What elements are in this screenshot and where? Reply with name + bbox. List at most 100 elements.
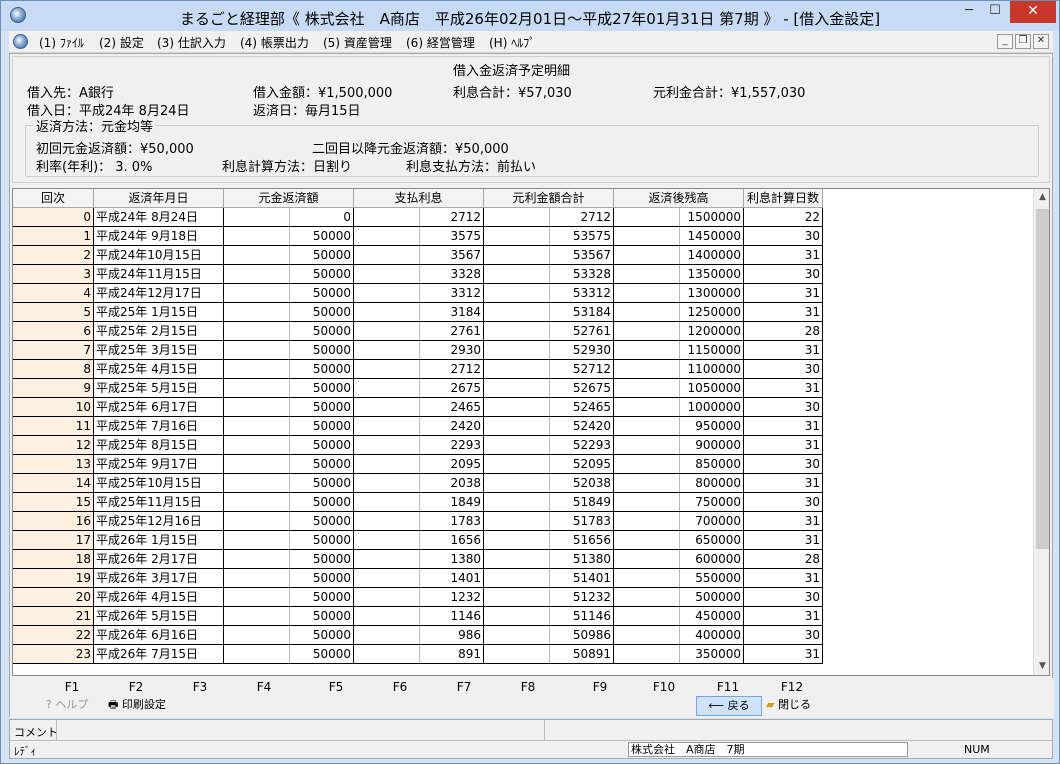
cell-balance[interactable]: 450000 [614, 607, 744, 626]
cell-days[interactable]: 30 [744, 588, 823, 607]
cell-principal[interactable]: 50000 [224, 493, 354, 512]
cell-date[interactable]: 平成25年10月15日 [94, 474, 224, 493]
mdi-minimize-button[interactable]: _ [997, 34, 1013, 49]
cell-round[interactable]: 2 [13, 246, 94, 265]
cell-total[interactable]: 50891 [484, 645, 614, 664]
column-header-total[interactable]: 元利金額合計 [484, 189, 614, 208]
help-button[interactable]: ? ヘルプ [46, 696, 88, 716]
cell-interest[interactable]: 2675 [354, 379, 484, 398]
cell-round[interactable]: 22 [13, 626, 94, 645]
table-row[interactable]: 3 平成24年11月15日 50000 3328 53328 1350000 30 [13, 265, 823, 284]
title-bar[interactable]: まるごと経理部《 株式会社 A商店 平成26年02月01日～平成27年01月31… [1, 1, 1059, 31]
cell-principal[interactable]: 50000 [224, 588, 354, 607]
cell-date[interactable]: 平成26年 3月17日 [94, 569, 224, 588]
table-row[interactable]: 9 平成25年 5月15日 50000 2675 52675 1050000 31 [13, 379, 823, 398]
cell-balance[interactable]: 800000 [614, 474, 744, 493]
cell-round[interactable]: 5 [13, 303, 94, 322]
cell-total[interactable]: 51783 [484, 512, 614, 531]
cell-days[interactable]: 31 [744, 246, 823, 265]
cell-principal[interactable]: 50000 [224, 379, 354, 398]
cell-balance[interactable]: 1350000 [614, 265, 744, 284]
back-button[interactable]: ⟵ 戻る [696, 696, 762, 716]
cell-balance[interactable]: 850000 [614, 455, 744, 474]
cell-principal[interactable]: 0 [224, 208, 354, 227]
cell-date[interactable]: 平成24年 8月24日 [94, 208, 224, 227]
cell-days[interactable]: 31 [744, 531, 823, 550]
cell-total[interactable]: 52095 [484, 455, 614, 474]
mdi-restore-button[interactable]: ❐ [1015, 34, 1031, 49]
cell-principal[interactable]: 50000 [224, 607, 354, 626]
cell-date[interactable]: 平成26年 2月17日 [94, 550, 224, 569]
table-row[interactable]: 11 平成25年 7月16日 50000 2420 52420 950000 31 [13, 417, 823, 436]
close-button[interactable]: ▰ 閉じる [766, 696, 811, 716]
maximize-button[interactable]: ☐ [982, 1, 1008, 23]
cell-principal[interactable]: 50000 [224, 341, 354, 360]
cell-days[interactable]: 30 [744, 493, 823, 512]
cell-total[interactable]: 51401 [484, 569, 614, 588]
cell-date[interactable]: 平成25年 7月16日 [94, 417, 224, 436]
cell-interest[interactable]: 2712 [354, 360, 484, 379]
scroll-thumb[interactable] [1036, 209, 1049, 549]
cell-total[interactable]: 53575 [484, 227, 614, 246]
cell-principal[interactable]: 50000 [224, 626, 354, 645]
cell-principal[interactable]: 50000 [224, 569, 354, 588]
cell-date[interactable]: 平成26年 6月16日 [94, 626, 224, 645]
cell-principal[interactable]: 50000 [224, 550, 354, 569]
cell-date[interactable]: 平成25年 6月17日 [94, 398, 224, 417]
cell-principal[interactable]: 50000 [224, 265, 354, 284]
cell-interest[interactable]: 3312 [354, 284, 484, 303]
column-header-principal[interactable]: 元金返済額 [224, 189, 354, 208]
cell-date[interactable]: 平成25年 3月15日 [94, 341, 224, 360]
cell-round[interactable]: 20 [13, 588, 94, 607]
menu-file[interactable]: (1) ﾌｧｲﾙ [39, 34, 84, 51]
cell-interest[interactable]: 2038 [354, 474, 484, 493]
cell-date[interactable]: 平成25年 2月15日 [94, 322, 224, 341]
table-row[interactable]: 6 平成25年 2月15日 50000 2761 52761 1200000 28 [13, 322, 823, 341]
document-icon[interactable] [13, 34, 28, 49]
column-header-round[interactable]: 回次 [13, 189, 94, 208]
print-settings-button[interactable]: 🖶 印刷設定 [108, 696, 166, 716]
cell-days[interactable]: 31 [744, 512, 823, 531]
cell-interest[interactable]: 2712 [354, 208, 484, 227]
cell-days[interactable]: 31 [744, 303, 823, 322]
cell-interest[interactable]: 3184 [354, 303, 484, 322]
cell-date[interactable]: 平成25年 8月15日 [94, 436, 224, 455]
cell-balance[interactable]: 1450000 [614, 227, 744, 246]
cell-total[interactable]: 51380 [484, 550, 614, 569]
cell-total[interactable]: 52712 [484, 360, 614, 379]
cell-round[interactable]: 18 [13, 550, 94, 569]
cell-round[interactable]: 1 [13, 227, 94, 246]
cell-total[interactable]: 52675 [484, 379, 614, 398]
table-row[interactable]: 1 平成24年 9月18日 50000 3575 53575 1450000 30 [13, 227, 823, 246]
cell-date[interactable]: 平成25年 4月15日 [94, 360, 224, 379]
cell-principal[interactable]: 50000 [224, 303, 354, 322]
cell-total[interactable]: 2712 [484, 208, 614, 227]
cell-round[interactable]: 6 [13, 322, 94, 341]
cell-principal[interactable]: 50000 [224, 322, 354, 341]
cell-interest[interactable]: 1380 [354, 550, 484, 569]
cell-round[interactable]: 23 [13, 645, 94, 664]
cell-total[interactable]: 53328 [484, 265, 614, 284]
table-row[interactable]: 2 平成24年10月15日 50000 3567 53567 1400000 31 [13, 246, 823, 265]
cell-round[interactable]: 17 [13, 531, 94, 550]
cell-total[interactable]: 51656 [484, 531, 614, 550]
cell-principal[interactable]: 50000 [224, 284, 354, 303]
cell-interest[interactable]: 986 [354, 626, 484, 645]
cell-interest[interactable]: 1656 [354, 531, 484, 550]
cell-round[interactable]: 11 [13, 417, 94, 436]
cell-round[interactable]: 16 [13, 512, 94, 531]
cell-date[interactable]: 平成26年 4月15日 [94, 588, 224, 607]
table-row[interactable]: 0 平成24年 8月24日 0 2712 2712 1500000 22 [13, 208, 823, 227]
table-row[interactable]: 19 平成26年 3月17日 50000 1401 51401 550000 31 [13, 569, 823, 588]
cell-date[interactable]: 平成25年 1月15日 [94, 303, 224, 322]
cell-round[interactable]: 14 [13, 474, 94, 493]
cell-interest[interactable]: 3328 [354, 265, 484, 284]
column-header-balance[interactable]: 返済後残高 [614, 189, 744, 208]
cell-interest[interactable]: 2465 [354, 398, 484, 417]
cell-balance[interactable]: 1000000 [614, 398, 744, 417]
cell-round[interactable]: 8 [13, 360, 94, 379]
cell-interest[interactable]: 3575 [354, 227, 484, 246]
cell-round[interactable]: 15 [13, 493, 94, 512]
cell-days[interactable]: 31 [744, 436, 823, 455]
cell-balance[interactable]: 400000 [614, 626, 744, 645]
